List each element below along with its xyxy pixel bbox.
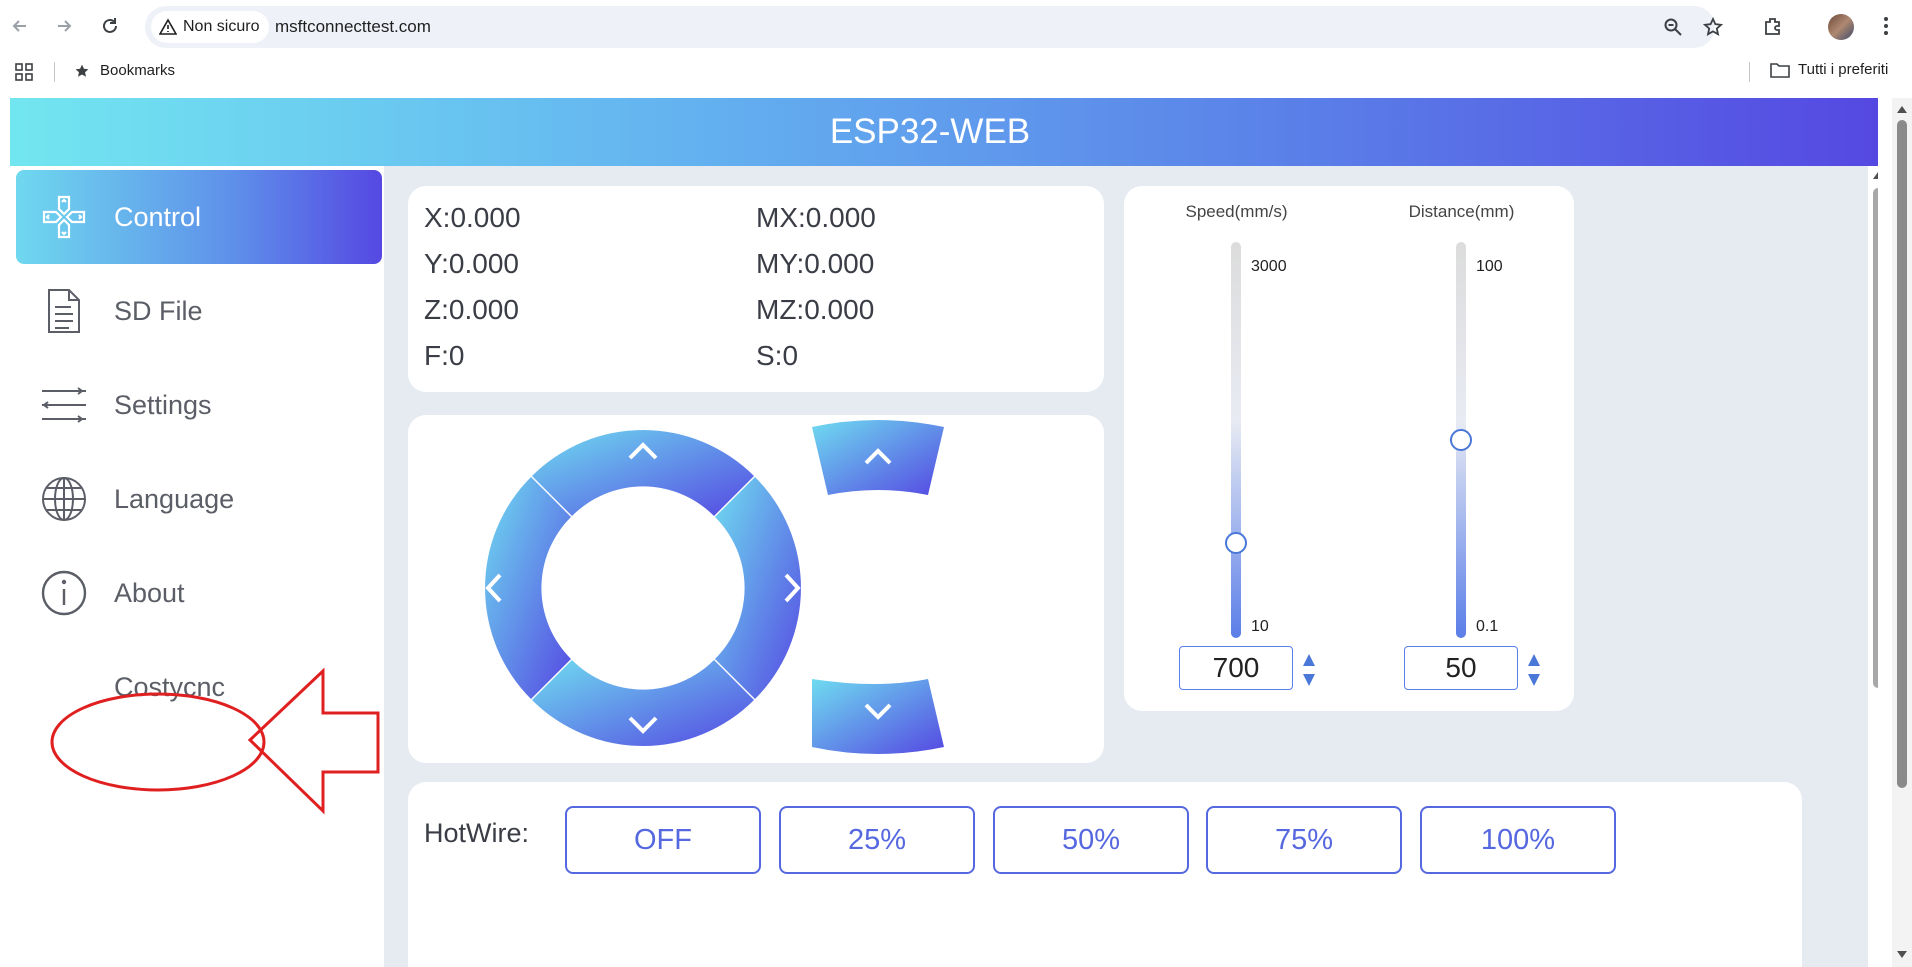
jog-z-up-button[interactable] — [812, 420, 944, 495]
hotwire-off-button[interactable]: OFF — [565, 806, 761, 874]
y-position: Y:0.000 — [424, 248, 519, 279]
globe-icon — [32, 467, 96, 531]
spindle-speed: S:0 — [756, 340, 799, 371]
back-icon[interactable] — [6, 12, 34, 40]
annotation-overlay — [50, 667, 380, 815]
annotation-ellipse — [50, 692, 266, 792]
forward-icon[interactable] — [50, 12, 78, 40]
jog-left-button[interactable] — [485, 477, 571, 699]
window-scrollbar-thumb[interactable] — [1897, 120, 1907, 788]
sidebar: Control SD File Settings Language About — [10, 166, 384, 967]
sidebar-item-sd-file[interactable]: SD File — [16, 264, 382, 358]
distance-stepper[interactable] — [1526, 650, 1542, 695]
sidebar-item-settings[interactable]: Settings — [16, 358, 382, 452]
hotwire-50-button[interactable]: 50% — [993, 806, 1189, 874]
info-icon — [32, 561, 96, 625]
sidebar-item-control[interactable]: Control — [16, 170, 382, 264]
speed-max-label: 3000 — [1251, 258, 1287, 275]
app-header: ESP32-WEB — [10, 98, 1878, 166]
sidebar-item-language[interactable]: Language — [16, 452, 382, 546]
security-chip[interactable]: Non sicuro — [151, 11, 270, 43]
speed-slider-title: Speed(mm/s) — [1185, 202, 1288, 221]
dpad-icon — [32, 185, 96, 249]
url-text[interactable]: msftconnecttest.com — [275, 17, 431, 37]
mz-position: MZ:0.000 — [756, 294, 875, 325]
distance-input[interactable]: 50 — [1404, 646, 1518, 690]
bookmarks-bar: Bookmarks Tutti i preferiti — [0, 58, 1912, 86]
distance-max-label: 100 — [1476, 258, 1503, 275]
page-content: ESP32-WEB Control SD File Settings Langu… — [10, 98, 1878, 967]
hotwire-100-button[interactable]: 100% — [1420, 806, 1616, 874]
my-position: MY:0.000 — [756, 248, 875, 279]
sidebar-item-label: About — [114, 577, 185, 608]
sidebar-item-label: Control — [114, 201, 202, 232]
jog-card — [408, 415, 1104, 763]
distance-min-label: 0.1 — [1476, 618, 1499, 635]
bookmarks-divider — [54, 62, 55, 82]
browser-chrome: Non sicuro msftconnecttest.com Bookmarks… — [0, 0, 1912, 98]
zoom-icon[interactable] — [1660, 14, 1686, 40]
hotwire-label: HotWire: — [424, 818, 530, 848]
avatar[interactable] — [1828, 14, 1854, 40]
content-scrollbar[interactable] — [1868, 166, 1878, 967]
warning-icon — [159, 18, 177, 35]
star-filled-icon — [75, 64, 89, 77]
jog-right-button[interactable] — [715, 477, 801, 699]
jog-z-down-button[interactable] — [812, 679, 944, 754]
all-bookmarks-folder[interactable]: Tutti i preferiti — [1770, 61, 1888, 78]
all-bookmarks-label: Tutti i preferiti — [1798, 61, 1889, 78]
speed-input[interactable]: 700 — [1179, 646, 1293, 690]
mx-position: MX:0.000 — [756, 202, 876, 233]
feed-rate: F:0 — [424, 340, 465, 371]
apps-grid-icon[interactable] — [15, 63, 33, 85]
speed-slider-thumb[interactable] — [1225, 531, 1247, 554]
hotwire-75-button[interactable]: 75% — [1206, 806, 1402, 874]
sidebar-item-label: Settings — [114, 389, 212, 420]
distance-slider-title: Distance(mm) — [1408, 202, 1515, 221]
folder-icon — [1770, 62, 1790, 78]
app-title: ESP32-WEB — [829, 112, 1031, 151]
speed-stepper[interactable] — [1301, 650, 1317, 695]
star-icon[interactable] — [1700, 14, 1726, 40]
security-label: Non sicuro — [183, 18, 260, 35]
document-icon — [32, 279, 96, 343]
annotation-arrow — [247, 667, 380, 815]
sidebar-item-label: SD File — [114, 295, 203, 326]
hotwire-card: HotWire: OFF 25% 50% 75% 100% — [408, 782, 1802, 967]
extensions-icon[interactable] — [1760, 13, 1786, 39]
jog-down-button[interactable] — [532, 660, 754, 746]
jog-up-button[interactable] — [532, 430, 754, 516]
window-scrollbar[interactable] — [1892, 98, 1912, 967]
speed-slider-track[interactable] — [1231, 242, 1241, 638]
hotwire-25-button[interactable]: 25% — [779, 806, 975, 874]
z-position: Z:0.000 — [424, 294, 519, 325]
x-position: X:0.000 — [424, 202, 521, 233]
reload-icon[interactable] — [96, 12, 124, 40]
sidebar-item-label: Language — [114, 483, 235, 514]
bookmarks-label: Bookmarks — [100, 62, 176, 79]
scroll-up-icon[interactable] — [1896, 104, 1908, 114]
position-card: X:0.000 Y:0.000 Z:0.000 F:0 MX:0.000 MY:… — [408, 186, 1104, 392]
sliders-icon — [32, 373, 96, 437]
slider-card: Speed(mm/s) 3000 10 700 Distance(mm) 100… — [1124, 186, 1574, 711]
distance-slider-thumb[interactable] — [1450, 429, 1472, 451]
scroll-up-icon[interactable] — [1872, 170, 1878, 180]
speed-min-label: 10 — [1251, 618, 1269, 635]
bookmarks-folder[interactable]: Bookmarks — [74, 62, 175, 79]
bookmarks-divider-right — [1749, 62, 1750, 82]
content-scrollbar-thumb[interactable] — [1873, 188, 1878, 688]
address-bar[interactable]: Non sicuro msftconnecttest.com — [145, 6, 1723, 48]
more-options-icon[interactable] — [1873, 13, 1899, 39]
scroll-down-icon[interactable] — [1896, 950, 1908, 960]
sidebar-item-about[interactable]: About — [16, 546, 382, 640]
